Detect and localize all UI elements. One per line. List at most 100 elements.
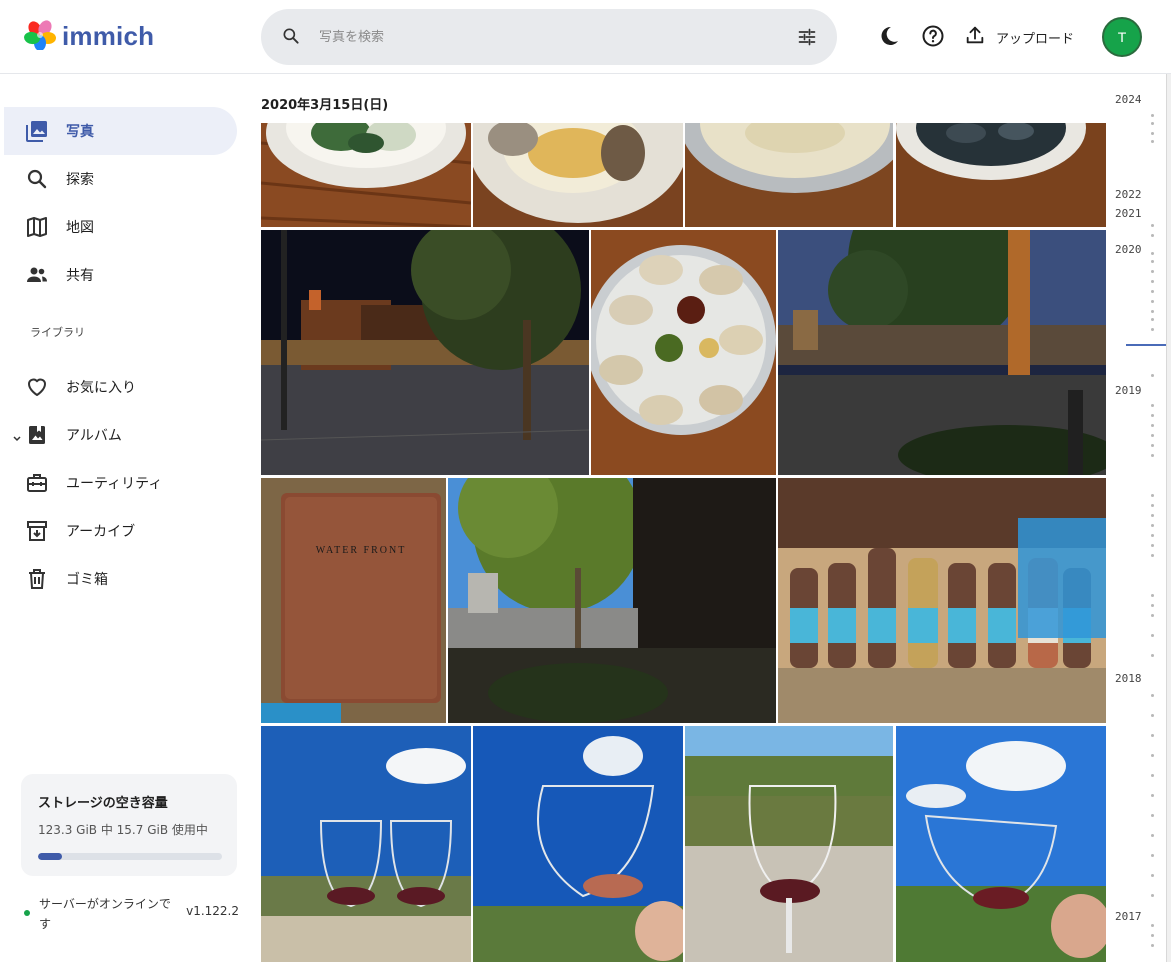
search-bar[interactable]	[261, 9, 837, 65]
timeline-month-dot	[1151, 554, 1154, 557]
timeline-month-dot	[1151, 654, 1154, 657]
timeline-month-dot	[1151, 224, 1154, 227]
storage-card: ストレージの空き容量 123.3 GiB 中 15.7 GiB 使用中	[21, 774, 237, 876]
timeline-month-dot	[1151, 894, 1154, 897]
photo-thumbnail[interactable]	[778, 230, 1106, 475]
timeline-month-dot	[1151, 310, 1154, 313]
timeline-month-dot	[1151, 404, 1154, 407]
timeline-month-dot	[1151, 260, 1154, 263]
sidebar-item-sharing[interactable]: 共有	[4, 251, 237, 299]
timeline-month-dot	[1151, 414, 1154, 417]
photo-thumbnail[interactable]	[473, 123, 683, 227]
timeline-month-dot	[1151, 834, 1154, 837]
photo-thumbnail[interactable]	[448, 478, 776, 723]
map-icon	[25, 215, 49, 239]
timeline-month-dot	[1151, 714, 1154, 717]
upload-label: アップロード	[996, 31, 1075, 47]
timeline-month-dot	[1151, 934, 1154, 937]
sidebar-item-utilities[interactable]: ユーティリティ	[4, 459, 237, 507]
photo-thumbnail[interactable]	[261, 123, 471, 227]
timeline-month-dot	[1151, 734, 1154, 737]
timeline-month-dot	[1151, 122, 1154, 125]
user-avatar[interactable]: T	[1102, 17, 1142, 57]
search-options-icon[interactable]	[797, 27, 817, 51]
timeline-month-dot	[1151, 754, 1154, 757]
sidebar-item-trash[interactable]: ゴミ箱	[4, 555, 237, 603]
photo-thumbnail[interactable]	[685, 726, 893, 962]
people-icon	[25, 263, 49, 287]
timeline-month-dot	[1151, 504, 1154, 507]
sidebar-item-explore[interactable]: 探索	[4, 155, 237, 203]
page-scrollbar[interactable]	[1166, 74, 1171, 962]
heart-icon	[25, 375, 49, 399]
album-icon	[25, 423, 49, 447]
timeline-month-dot	[1151, 874, 1154, 877]
dark-mode-icon[interactable]	[877, 24, 901, 52]
chevron-down-icon[interactable]	[12, 429, 22, 448]
upload-button[interactable]: アップロード	[964, 24, 1074, 50]
server-status: サーバーがオンラインです v1.122.2	[24, 894, 239, 934]
timeline-month-dot	[1151, 534, 1154, 537]
sidebar-item-label: 探索	[66, 172, 94, 188]
timeline-scrubber[interactable]: 2024 2022 2021 2020 2019 2018 2017	[1106, 74, 1171, 962]
timeline-month-dot	[1151, 524, 1154, 527]
top-bar: immich アップロード T	[0, 0, 1171, 74]
photo-thumbnail[interactable]	[261, 726, 471, 962]
sidebar-item-albums[interactable]: アルバム	[4, 411, 237, 459]
timeline-month-dot	[1151, 454, 1154, 457]
timeline-year[interactable]: 2018	[1115, 672, 1142, 685]
timeline-month-dot	[1151, 854, 1154, 857]
photo-thumbnail[interactable]	[261, 230, 589, 475]
storage-title: ストレージの空き容量	[38, 796, 168, 811]
storage-progress-fill	[38, 853, 62, 860]
sidebar-item-label: 写真	[66, 124, 94, 140]
photo-thumbnail[interactable]: WATER FRONT	[261, 478, 446, 723]
photos-icon	[25, 119, 49, 143]
photo-thumbnail[interactable]	[591, 230, 776, 475]
sidebar: 写真 探索 地図 共有 ライブラリ お気に入り アルバム ユーティリティ アーカ…	[0, 74, 252, 962]
timeline-month-dot	[1151, 374, 1154, 377]
timeline-year[interactable]: 2019	[1115, 384, 1142, 397]
timeline-month-dot	[1151, 514, 1154, 517]
online-status-dot	[24, 910, 30, 916]
timeline-month-dot	[1151, 634, 1154, 637]
timeline-year[interactable]: 2017	[1115, 910, 1142, 923]
archive-icon	[25, 519, 49, 543]
app-logo[interactable]: immich	[24, 18, 154, 54]
sidebar-item-label: 共有	[66, 268, 94, 284]
timeline-month-dot	[1151, 252, 1154, 255]
photo-thumbnail[interactable]	[896, 726, 1106, 962]
search-input[interactable]	[319, 23, 759, 51]
timeline-month-dot	[1151, 328, 1154, 331]
photo-thumbnail[interactable]	[778, 478, 1106, 723]
timeline-month-dot	[1151, 814, 1154, 817]
immich-logo-icon	[24, 18, 56, 54]
timeline-year[interactable]: 2024	[1115, 93, 1142, 106]
toolbox-icon	[25, 471, 49, 495]
timeline-month-dot	[1151, 140, 1154, 143]
photo-thumbnail[interactable]	[896, 123, 1106, 227]
timeline-year[interactable]: 2022	[1115, 188, 1142, 201]
photo-thumbnail[interactable]	[685, 123, 893, 227]
trash-icon	[25, 567, 49, 591]
sidebar-item-label: ゴミ箱	[66, 572, 108, 588]
photo-thumbnail[interactable]	[473, 726, 683, 962]
library-section-label: ライブラリ	[30, 326, 85, 339]
timeline-year[interactable]: 2021	[1115, 207, 1142, 220]
app-name: immich	[62, 20, 155, 51]
help-icon[interactable]	[921, 24, 945, 52]
timeline-year[interactable]: 2020	[1115, 243, 1142, 256]
sidebar-item-map[interactable]: 地図	[4, 203, 237, 251]
timeline-month-dot	[1151, 614, 1154, 617]
server-version[interactable]: v1.122.2	[186, 904, 239, 918]
sidebar-item-label: ユーティリティ	[66, 476, 163, 492]
timeline-month-dot	[1151, 544, 1154, 547]
timeline-month-dot	[1151, 234, 1154, 237]
search-icon	[281, 26, 301, 50]
sidebar-item-favorites[interactable]: お気に入り	[4, 363, 237, 411]
timeline-month-dot	[1151, 318, 1154, 321]
timeline-month-dot	[1151, 270, 1154, 273]
timeline-month-dot	[1151, 290, 1154, 293]
sidebar-item-photos[interactable]: 写真	[4, 107, 237, 155]
sidebar-item-archive[interactable]: アーカイブ	[4, 507, 237, 555]
